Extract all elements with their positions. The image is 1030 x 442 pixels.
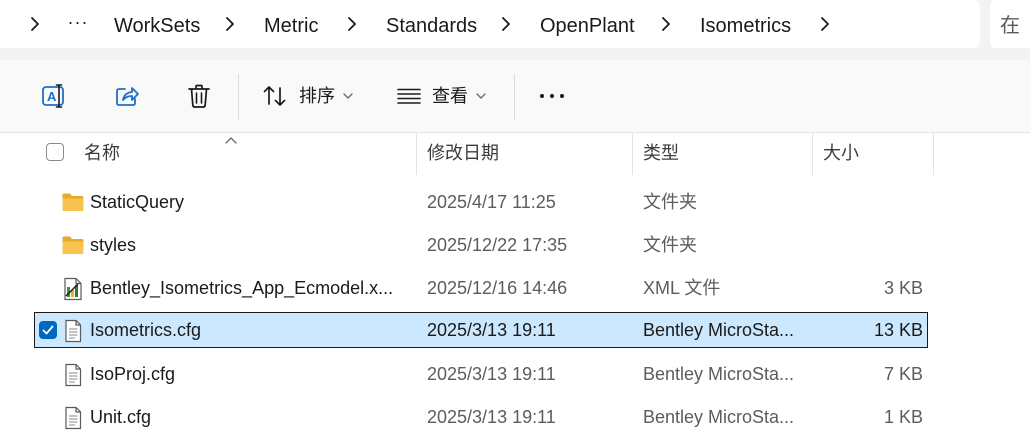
file-type: Bentley MicroSta... [643,407,795,427]
column-divider[interactable] [933,133,934,175]
breadcrumb-item-openplant[interactable]: OpenPlant [540,14,635,38]
file-type: Bentley MicroSta... [643,320,795,340]
chevron-right-icon[interactable] [342,14,362,34]
command-bar: A 排序 查看 [0,60,1030,133]
sort-icon [261,82,289,110]
share-button[interactable] [113,78,141,114]
file-row-unit-cfg[interactable]: Unit.cfg 2025/3/13 19:11 Bentley MicroSt… [34,399,928,435]
file-date: 2025/3/13 19:11 [427,320,556,340]
chevron-right-icon[interactable] [220,14,240,34]
chevron-right-icon[interactable] [656,14,676,34]
chevron-down-icon [343,92,353,100]
rename-icon: A [40,82,68,110]
file-size [815,228,923,262]
breadcrumb-item-isometrics[interactable]: Isometrics [700,14,791,38]
column-header-size[interactable]: 大小 [813,133,933,175]
file-type: 文件夹 [643,235,697,255]
chevron-right-icon[interactable] [815,14,835,34]
toolbar-separator [238,74,239,120]
sort-label: 排序 [299,86,335,106]
file-row-isometrics-cfg[interactable]: Isometrics.cfg 2025/3/13 19:11 Bentley M… [34,312,928,348]
search-placeholder[interactable]: 在 [1000,14,1020,38]
breadcrumb-overflow-button[interactable]: ··· [66,12,90,36]
document-icon [61,363,85,387]
more-icon [538,82,566,110]
file-type: Bentley MicroSta... [643,364,795,384]
file-size: 13 KB [873,320,923,340]
column-header-type[interactable]: 类型 [633,133,812,175]
toolbar-separator [514,74,515,120]
column-header-row: 名称 修改日期 类型 大小 [0,133,1030,175]
list-view-icon [396,83,422,109]
file-size: 7 KB [883,364,923,384]
file-name: styles [90,235,137,255]
row-checkbox-checked[interactable] [39,321,57,339]
file-name: Unit.cfg [90,407,152,427]
rename-button[interactable]: A [40,78,68,114]
chevron-down-icon [476,92,486,100]
address-bar: ··· WorkSets Metric Standards OpenPlant … [0,0,1030,60]
file-date: 2025/3/13 19:11 [427,364,556,384]
file-type: 文件夹 [643,192,697,212]
file-size: 3 KB [883,278,923,298]
breadcrumb-item-standards[interactable]: Standards [386,14,477,38]
chevron-right-icon[interactable] [496,14,516,34]
document-icon [61,406,85,430]
file-list: 名称 修改日期 类型 大小 StaticQuery 2025/4/17 11:2… [0,133,1030,442]
folder-icon [61,191,85,213]
trash-icon [185,82,213,110]
svg-text:A: A [47,89,57,104]
file-row-styles[interactable]: styles 2025/12/22 17:35 文件夹 [34,227,928,263]
document-icon [61,319,85,343]
more-options-button[interactable] [538,78,566,114]
breadcrumb-item-worksets[interactable]: WorkSets [114,14,200,38]
file-name: Isometrics.cfg [90,320,202,340]
file-name: Bentley_Isometrics_App_Ecmodel.x... [90,278,394,298]
file-row-bentley-isometrics-app-ecmodel[interactable]: Bentley_Isometrics_App_Ecmodel.x... 2025… [34,270,928,306]
file-date: 2025/12/22 17:35 [427,235,568,255]
file-size: 1 KB [883,407,923,427]
breadcrumb-item-metric[interactable]: Metric [264,14,318,38]
select-all-checkbox[interactable] [46,143,64,161]
file-date: 2025/12/16 14:46 [427,278,568,298]
sort-button[interactable]: 排序 [261,78,353,114]
file-type: XML 文件 [643,278,721,298]
file-date: 2025/4/17 11:25 [427,192,556,212]
delete-button[interactable] [185,78,213,114]
share-icon [113,82,141,110]
folder-icon [61,234,85,256]
file-date: 2025/3/13 19:11 [427,407,556,427]
file-name: StaticQuery [90,192,185,212]
breadcrumb[interactable]: ··· WorkSets Metric Standards OpenPlant … [0,0,980,48]
file-name: IsoProj.cfg [90,364,176,384]
xml-file-icon [61,277,85,301]
column-header-name[interactable]: 名称 [74,133,416,175]
view-button[interactable]: 查看 [396,78,486,114]
file-row-isoproj-cfg[interactable]: IsoProj.cfg 2025/3/13 19:11 Bentley Micr… [34,356,928,392]
column-header-date[interactable]: 修改日期 [417,133,632,175]
view-label: 查看 [432,86,468,106]
file-size [815,185,923,219]
chevron-right-icon[interactable] [25,14,45,34]
file-row-staticquery[interactable]: StaticQuery 2025/4/17 11:25 文件夹 [34,184,928,220]
